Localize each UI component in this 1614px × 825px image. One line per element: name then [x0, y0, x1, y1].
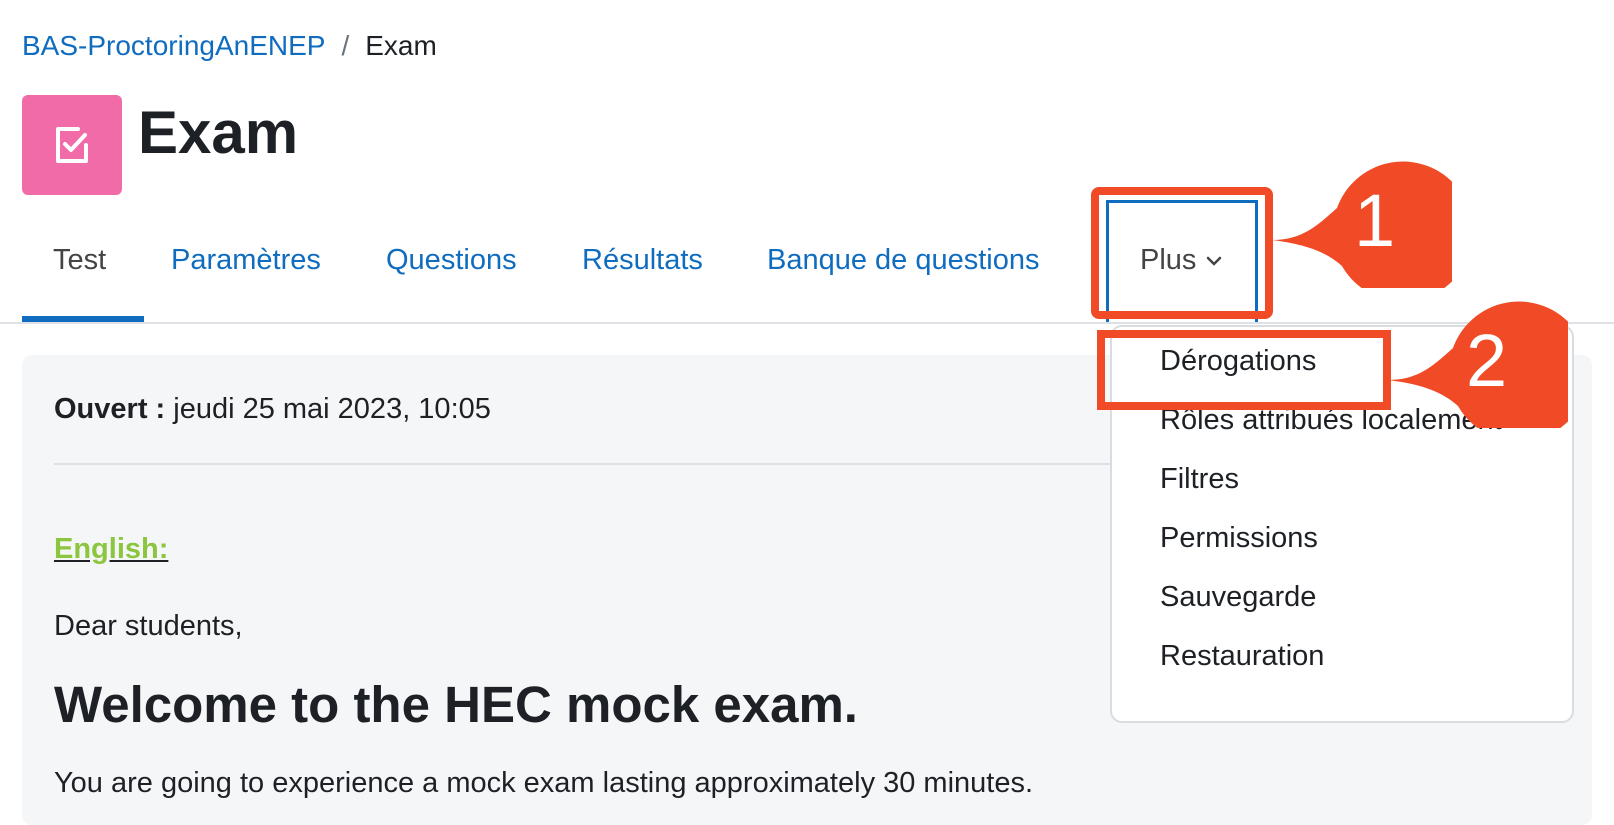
breadcrumb: BAS-ProctoringAnENEP / Exam [22, 30, 437, 62]
tab-questions[interactable]: Questions [386, 244, 517, 277]
menu-item-sauvegarde[interactable]: Sauvegarde [1160, 581, 1316, 614]
quiz-checkbox-icon [22, 95, 122, 195]
open-date-line: Ouvert : jeudi 25 mai 2023, 10:05 [54, 393, 491, 426]
divider [54, 463, 1134, 465]
highlight-box-plus [1091, 187, 1273, 319]
step-2-callout: 2 [1388, 288, 1568, 428]
active-tab-indicator [22, 316, 144, 322]
step-2-number: 2 [1466, 319, 1508, 402]
exam-description: You are going to experience a mock exam … [54, 767, 1034, 799]
breadcrumb-current: Exam [365, 30, 437, 61]
breadcrumb-separator: / [341, 30, 350, 61]
tab-test[interactable]: Test [53, 244, 106, 277]
tab-parametres[interactable]: Paramètres [171, 244, 321, 277]
menu-item-permissions[interactable]: Permissions [1160, 522, 1318, 555]
highlight-box-derogations [1097, 330, 1391, 410]
open-date-value: jeudi 25 mai 2023, 10:05 [173, 393, 491, 425]
step-1-number: 1 [1354, 179, 1396, 262]
english-heading: English: [54, 533, 169, 565]
greeting-text: Dear students, [54, 610, 243, 642]
menu-item-restauration[interactable]: Restauration [1160, 640, 1324, 673]
welcome-heading: Welcome to the HEC mock exam. [54, 676, 858, 733]
breadcrumb-course-link[interactable]: BAS-ProctoringAnENEP [22, 30, 325, 61]
open-label: Ouvert : [54, 393, 166, 425]
tab-resultats[interactable]: Résultats [582, 244, 703, 277]
page-title: Exam [138, 99, 299, 166]
tab-banque-de-questions[interactable]: Banque de questions [767, 244, 1040, 277]
menu-item-filtres[interactable]: Filtres [1160, 463, 1239, 496]
step-1-callout: 1 [1272, 148, 1452, 288]
